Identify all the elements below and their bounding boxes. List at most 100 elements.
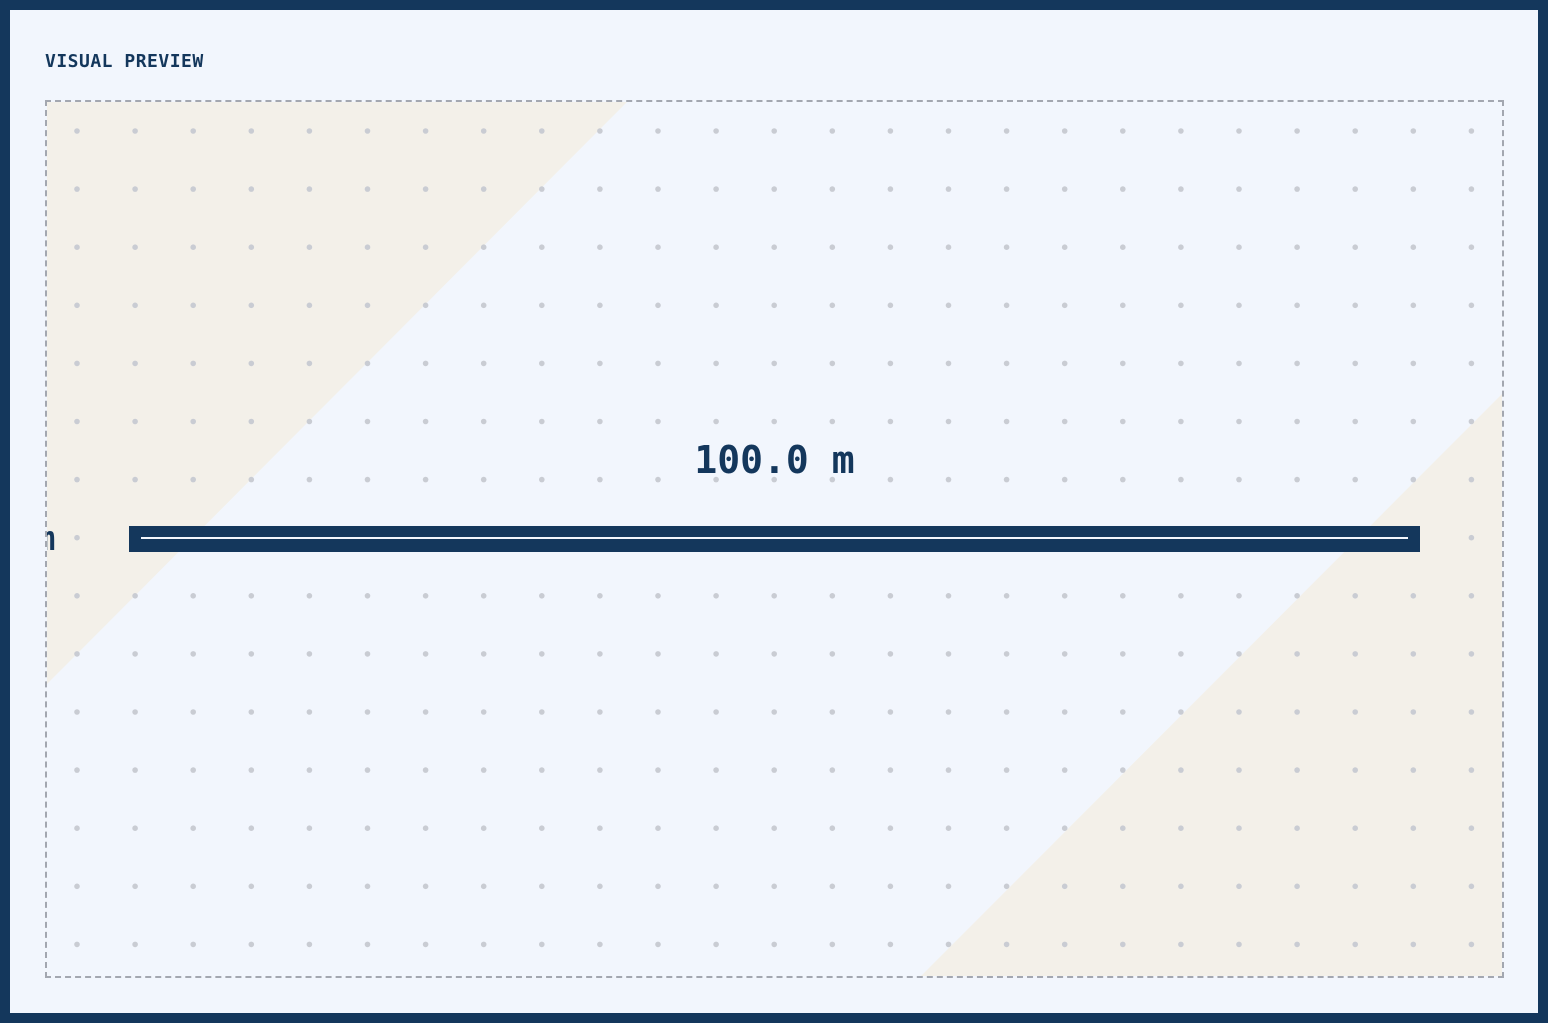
grid-dot (248, 244, 255, 250)
grid-dot (364, 418, 371, 425)
grid-dot (1003, 360, 1010, 367)
grid-dot (771, 418, 777, 425)
grid-dot (1061, 186, 1068, 192)
grid-dot (1352, 186, 1358, 192)
grid-dot (887, 244, 894, 250)
grid-dot (74, 651, 80, 657)
grid-dot (771, 767, 777, 773)
grid-dot (539, 593, 545, 599)
grid-dot (1294, 128, 1300, 134)
grid-dot (132, 825, 138, 831)
grid-dot (597, 825, 603, 831)
grid-dot (364, 244, 371, 250)
grid-dot (713, 883, 719, 890)
grid-dot (480, 825, 487, 831)
grid-dot (1236, 941, 1242, 948)
grid-dot (597, 767, 603, 773)
grid-dot (771, 651, 777, 657)
grid-dot (1410, 360, 1417, 367)
grid-dot (132, 128, 138, 134)
grid-dot (1120, 767, 1126, 773)
grid-dot (829, 593, 836, 599)
grid-dot (422, 186, 429, 192)
grid-dot (539, 883, 545, 890)
grid-dot (422, 244, 429, 250)
grid-dot (829, 244, 836, 250)
grid-dot (1468, 767, 1475, 773)
grid-dot (248, 825, 255, 831)
grid-dot (771, 302, 777, 309)
grid-dot (422, 593, 429, 599)
grid-dot (1236, 709, 1242, 715)
grid-dot (945, 941, 952, 948)
grid-dot (655, 767, 661, 773)
grid-dot (364, 593, 371, 599)
grid-dot (713, 244, 719, 250)
grid-dot (422, 302, 429, 309)
grid-dot (1120, 360, 1126, 367)
grid-dot (1468, 128, 1475, 134)
grid-dot (655, 941, 661, 948)
grid-dot (364, 767, 371, 773)
grid-dot (713, 593, 719, 599)
grid-dot (1468, 883, 1475, 890)
grid-dot (306, 186, 313, 192)
grid-dot (597, 651, 603, 657)
grid-dot (480, 593, 487, 599)
grid-dot (1236, 128, 1242, 134)
grid-dot (655, 883, 661, 890)
grid-dot (480, 302, 487, 309)
grid-dot (190, 128, 196, 134)
grid-dot (1003, 418, 1010, 425)
grid-dot (1003, 825, 1010, 831)
grid-dot (1061, 244, 1068, 250)
grid-dot (597, 709, 603, 715)
grid-dot (364, 360, 371, 367)
grid-dot (1120, 593, 1126, 599)
scale-bar[interactable] (129, 526, 1420, 552)
grid-dot (539, 186, 545, 192)
grid-dot (829, 767, 836, 773)
grid-dot (1178, 360, 1184, 367)
grid-dot (1061, 941, 1068, 948)
grid-dot (306, 651, 313, 657)
grid-dot (1468, 825, 1475, 831)
grid-dot (713, 941, 719, 948)
grid-dot (1061, 883, 1068, 890)
grid-dot (306, 883, 313, 890)
grid-dot (539, 941, 545, 948)
grid-dot (1061, 302, 1068, 309)
grid-dot (1468, 651, 1475, 657)
grid-dot (74, 825, 80, 831)
grid-dot (1410, 244, 1417, 250)
grid-dot (1294, 767, 1300, 773)
grid-dot (132, 941, 138, 948)
grid-dot (1178, 244, 1184, 250)
grid-dot (713, 767, 719, 773)
grid-dot (190, 825, 196, 831)
grid-dot (887, 941, 894, 948)
grid-dot (248, 941, 255, 948)
grid-dot (655, 244, 661, 250)
grid-dot (1061, 825, 1068, 831)
grid-dot (1178, 593, 1184, 599)
grid-dot (74, 709, 80, 715)
grid-dot (1468, 360, 1475, 367)
grid-dot (597, 941, 603, 948)
grid-dot (480, 883, 487, 890)
grid-dot (74, 883, 80, 890)
grid-dot (829, 360, 836, 367)
grid-dot (1120, 883, 1126, 890)
grid-dot (1294, 360, 1300, 367)
grid-dot (887, 825, 894, 831)
scale-left-unit-label: m (47, 519, 55, 559)
grid-dot (248, 186, 255, 192)
grid-dot (190, 186, 196, 192)
grid-dot (945, 244, 952, 250)
grid-dot (539, 767, 545, 773)
grid-dot (771, 186, 777, 192)
grid-dot (1236, 360, 1242, 367)
grid-dot (1410, 767, 1417, 773)
grid-dot (1294, 593, 1300, 599)
grid-dot (1352, 360, 1358, 367)
